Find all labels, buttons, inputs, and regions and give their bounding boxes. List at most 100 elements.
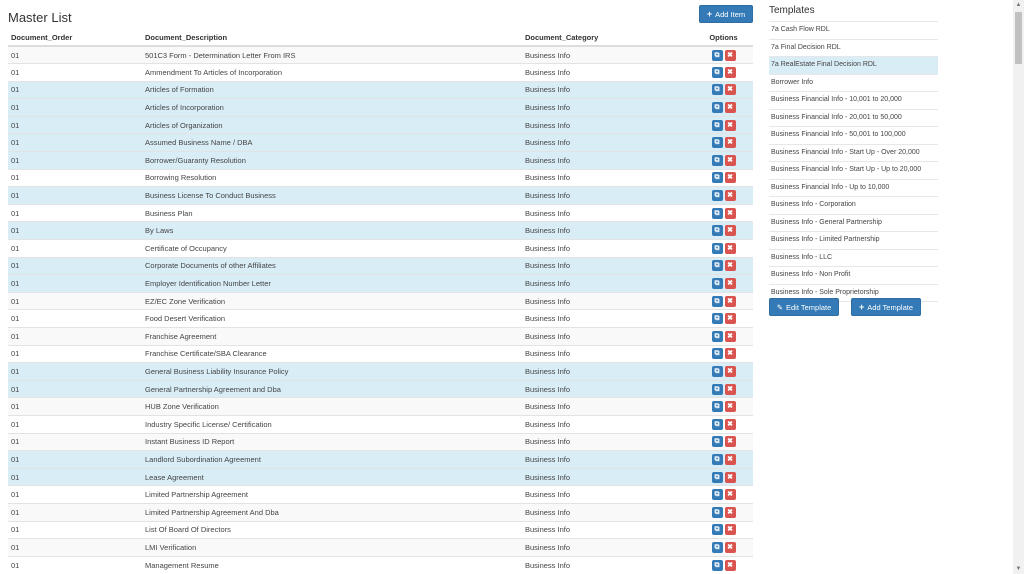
edit-icon[interactable]: ⧉ [711,365,723,377]
edit-icon[interactable]: ⧉ [711,401,723,413]
edit-icon[interactable]: ⧉ [711,506,723,518]
delete-icon[interactable]: ✖ [724,102,736,114]
cell-document-order: 01 [8,63,142,82]
delete-icon[interactable]: ✖ [724,383,736,395]
table-header-row: Document_Order Document_Description Docu… [8,30,753,47]
delete-icon[interactable]: ✖ [724,49,736,61]
template-item[interactable]: Business Financial Info - 50,001 to 100,… [769,126,938,144]
delete-icon[interactable]: ✖ [724,190,736,202]
scrollbar-thumb[interactable] [1015,12,1022,64]
edit-icon[interactable]: ⧉ [711,49,723,61]
edit-icon[interactable]: ⧉ [711,489,723,501]
edit-icon[interactable]: ⧉ [711,559,723,571]
edit-icon[interactable]: ⧉ [711,119,723,131]
template-item[interactable]: Business Financial Info - Up to 10,000 [769,178,938,197]
page-scrollbar[interactable]: ▲ ▼ [1013,0,1024,574]
delete-icon[interactable]: ✖ [724,559,736,571]
edit-icon[interactable]: ⧉ [711,330,723,342]
cell-options: ⧉ ✖ [694,485,753,504]
table-row: 01 Limited Partnership Agreement And Dba B… [8,502,753,522]
delete-icon[interactable]: ✖ [724,207,736,219]
edit-icon[interactable]: ⧉ [711,190,723,202]
template-item[interactable]: Business Financial Info - 10,001 to 20,0… [769,91,938,109]
edit-icon[interactable]: ⧉ [711,260,723,272]
template-item[interactable]: 7a RealEstate Final Decision RDL [769,56,938,74]
edit-icon[interactable]: ⧉ [711,541,723,553]
delete-icon[interactable]: ✖ [724,436,736,448]
cell-document-category: Business Info [522,538,694,557]
delete-icon[interactable]: ✖ [724,489,736,501]
delete-icon[interactable]: ✖ [724,84,736,96]
template-item[interactable]: Business Info - Limited Partnership [769,231,938,249]
add-item-button[interactable]: + Add Item [699,5,753,23]
add-template-button[interactable]: + Add Template [851,298,921,316]
edit-icon[interactable]: ⧉ [711,172,723,184]
template-item[interactable]: Business Info - LLC [769,248,938,267]
delete-icon[interactable]: ✖ [724,348,736,360]
delete-icon[interactable]: ✖ [724,278,736,290]
cell-document-description: Landlord Subordination Agreement [142,450,522,469]
edit-icon[interactable]: ⧉ [711,524,723,536]
edit-icon[interactable]: ⧉ [711,225,723,237]
delete-icon[interactable]: ✖ [724,541,736,553]
cell-options: ⧉ ✖ [694,133,753,152]
delete-icon[interactable]: ✖ [724,242,736,254]
template-item[interactable]: Business Info - General Partnership [769,213,938,232]
template-item[interactable]: 7a Cash Flow RDL [769,21,938,39]
cell-options: ⧉ ✖ [694,274,753,293]
edit-icon[interactable]: ⧉ [711,383,723,395]
column-header-order[interactable]: Document_Order [8,30,142,47]
delete-icon[interactable]: ✖ [724,471,736,483]
delete-icon[interactable]: ✖ [724,418,736,430]
edit-icon[interactable]: ⧉ [711,102,723,114]
master-list-table: Document_Order Document_Description Docu… [8,30,753,574]
delete-icon[interactable]: ✖ [724,119,736,131]
cell-options: ⧉ ✖ [694,344,753,363]
edit-icon[interactable]: ⧉ [711,471,723,483]
scroll-up-arrow-icon[interactable]: ▲ [1013,0,1024,10]
delete-icon[interactable]: ✖ [724,330,736,342]
edit-icon[interactable]: ⧉ [711,453,723,465]
edit-icon[interactable]: ⧉ [711,242,723,254]
edit-icon[interactable]: ⧉ [711,436,723,448]
delete-icon[interactable]: ✖ [724,524,736,536]
edit-icon[interactable]: ⧉ [711,137,723,149]
template-item[interactable]: 7a Final Decision RDL [769,38,938,57]
edit-template-button[interactable]: ✎ Edit Template [769,298,839,316]
cell-document-order: 01 [8,397,142,416]
delete-icon[interactable]: ✖ [724,506,736,518]
cell-document-description: Articles of Incorporation [142,98,522,117]
template-item[interactable]: Business Info - Non Profit [769,266,938,284]
delete-icon[interactable]: ✖ [724,260,736,272]
edit-icon[interactable]: ⧉ [711,84,723,96]
edit-icon[interactable]: ⧉ [711,313,723,325]
template-item[interactable]: Business Financial Info - Start Up - Up … [769,161,938,179]
delete-icon[interactable]: ✖ [724,172,736,184]
table-row: 01 Franchise Agreement Business Info ⧉ ✖ [8,327,753,346]
delete-icon[interactable]: ✖ [724,401,736,413]
edit-icon[interactable]: ⧉ [711,295,723,307]
edit-icon[interactable]: ⧉ [711,66,723,78]
delete-icon[interactable]: ✖ [724,66,736,78]
edit-icon[interactable]: ⧉ [711,418,723,430]
template-item[interactable]: Business Financial Info - 20,001 to 50,0… [769,108,938,127]
template-item[interactable]: Business Financial Info - Start Up - Ove… [769,143,938,162]
delete-icon[interactable]: ✖ [724,365,736,377]
delete-icon[interactable]: ✖ [724,154,736,166]
edit-icon[interactable]: ⧉ [711,348,723,360]
delete-icon[interactable]: ✖ [724,453,736,465]
template-item[interactable]: Business Info - Corporation [769,196,938,214]
column-header-category[interactable]: Document_Category [522,30,694,47]
edit-icon[interactable]: ⧉ [711,278,723,290]
column-header-description[interactable]: Document_Description [142,30,522,47]
table-row: 01 General Business Liability Insurance P… [8,362,753,381]
templates-list: 7a Cash Flow RDL 7a Final Decision RDL 7a … [769,21,938,302]
edit-icon[interactable]: ⧉ [711,207,723,219]
delete-icon[interactable]: ✖ [724,295,736,307]
template-item[interactable]: Borrower Info [769,73,938,92]
edit-icon[interactable]: ⧉ [711,154,723,166]
delete-icon[interactable]: ✖ [724,225,736,237]
scroll-down-arrow-icon[interactable]: ▼ [1013,564,1024,574]
delete-icon[interactable]: ✖ [724,313,736,325]
delete-icon[interactable]: ✖ [724,137,736,149]
